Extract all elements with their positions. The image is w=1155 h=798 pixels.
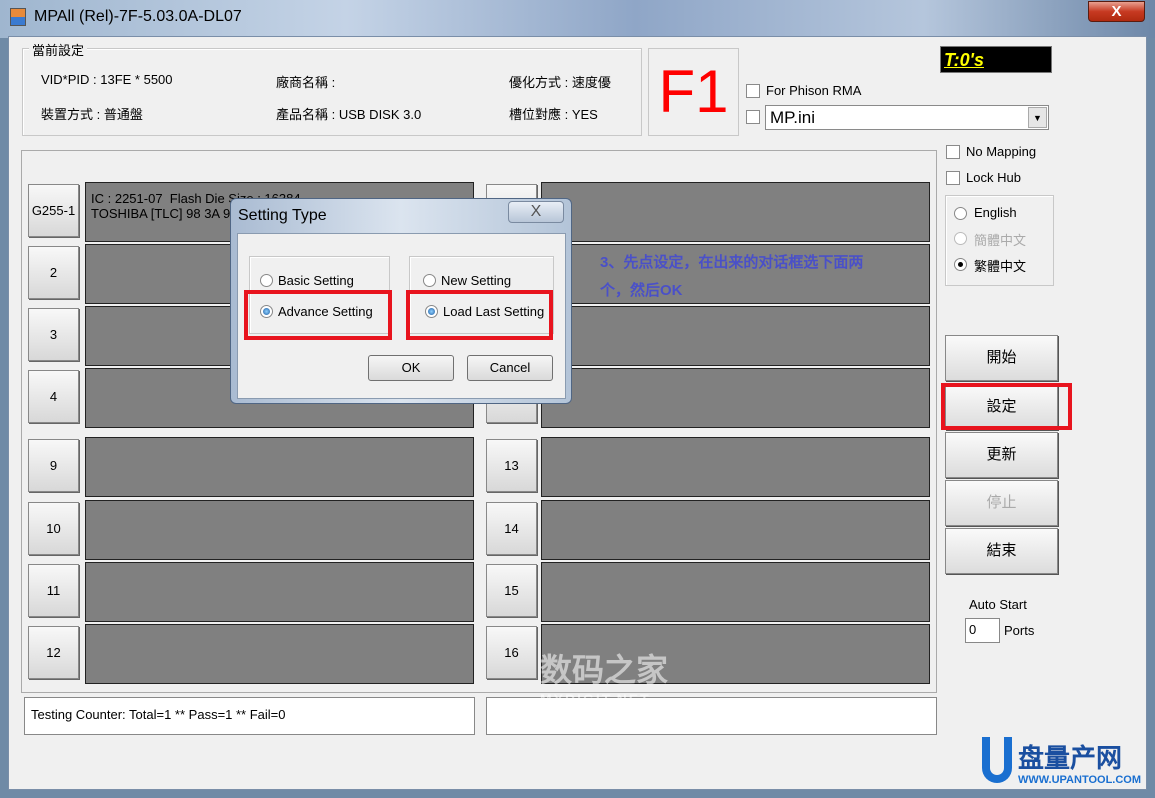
radio-simplified-chinese[interactable] (954, 232, 967, 245)
no-mapping-checkbox[interactable] (946, 145, 960, 159)
product-name: 產品名稱 : USB DISK 3.0 (276, 107, 422, 122)
ini-checkbox[interactable] (746, 110, 760, 124)
current-settings-label: 當前設定 (29, 40, 88, 59)
exit-button[interactable]: 結束 (945, 528, 1058, 574)
mydigit-text: 数码之家 (540, 652, 669, 688)
port-button[interactable]: 9 (28, 439, 79, 492)
auto-start-input[interactable]: 0 (965, 618, 1000, 643)
language-traditional-chinese: 繁體中文 (974, 259, 1027, 274)
port-button[interactable]: 11 (28, 564, 79, 617)
no-mapping-label: No Mapping (966, 144, 1037, 159)
port-button[interactable]: 2 (28, 246, 79, 299)
close-button[interactable]: X (1088, 1, 1145, 22)
window-title: MPAll (Rel)-7F-5.03.0A-DL07 (34, 8, 242, 25)
port-button[interactable]: 12 (28, 626, 79, 679)
dialog-body: Basic Setting Advance Setting New Settin… (237, 233, 566, 399)
radio-traditional-chinese[interactable] (954, 258, 967, 271)
upantool-watermark: 盘量产网 (1018, 743, 1123, 773)
auto-start-label: Auto Start (969, 597, 1027, 612)
port-button[interactable]: 14 (486, 502, 537, 555)
mydigit-watermark: 数码之家 MYDIGIT.NET (540, 645, 668, 707)
mydigit-url: MYDIGIT.NET (540, 691, 651, 707)
ini-select[interactable]: MP.ini ▼ (765, 105, 1049, 130)
refresh-button[interactable]: 更新 (945, 432, 1058, 478)
radio-english[interactable] (954, 207, 967, 220)
port-status-panel (541, 562, 930, 622)
basic-setting-label: Basic Setting (278, 273, 354, 288)
new-setting-label: New Setting (441, 273, 512, 288)
settings-highlight (941, 383, 1072, 430)
stop-button: 停止 (945, 480, 1058, 526)
dialog-close-button[interactable]: X (508, 201, 564, 223)
upantool-logo-icon (982, 737, 1012, 783)
chevron-down-icon[interactable]: ▼ (1028, 107, 1047, 128)
language-english: English (974, 205, 1017, 220)
annotation-line-2: 个，然后OK (600, 282, 683, 299)
port-status-panel (541, 306, 930, 366)
start-button[interactable]: 開始 (945, 335, 1058, 381)
vendor-name: 廠商名稱 : (276, 75, 336, 90)
dialog-title: Setting Type (238, 207, 327, 224)
port-button[interactable]: 15 (486, 564, 537, 617)
port-status-panel (85, 437, 474, 497)
language-simplified-chinese: 簡體中文 (974, 233, 1027, 248)
device-mode: 裝置方式 : 普通盤 (41, 107, 143, 122)
port-status-panel (541, 368, 930, 428)
port-status-panel (85, 624, 474, 684)
radio-basic-setting[interactable] (260, 274, 273, 287)
port-status-panel (541, 437, 930, 497)
ini-value: MP.ini (770, 108, 816, 127)
port-button[interactable]: G255-1 (28, 184, 79, 237)
f1-indicator: F1 (648, 48, 739, 136)
port-status-panel (85, 500, 474, 560)
port-button[interactable]: 10 (28, 502, 79, 555)
title-bar[interactable]: MPAll (Rel)-7F-5.03.0A-DL07 X (0, 0, 1155, 38)
slot-mapping: 槽位對應 : YES (509, 107, 598, 122)
load-last-highlight (406, 290, 553, 340)
port-button[interactable]: 3 (28, 308, 79, 361)
port-button[interactable]: 13 (486, 439, 537, 492)
advance-highlight (244, 290, 392, 340)
phison-rma-checkbox[interactable] (746, 84, 760, 98)
upantool-url: WWW.UPANTOOL.COM (1018, 774, 1142, 786)
annotation-line-1: 3、先点设定，在出来的对话框选下面两 (600, 254, 864, 271)
timer-display: T:0's (940, 46, 1052, 73)
phison-rma-label: For Phison RMA (766, 83, 862, 98)
setting-type-dialog: Setting Type X Basic Setting Advance Set… (230, 198, 572, 404)
ok-button[interactable]: OK (368, 355, 454, 381)
app-icon (10, 8, 26, 26)
radio-new-setting[interactable] (423, 274, 436, 287)
annotation-text: 3、先点设定，在出来的对话框选下面两 个，然后OK (600, 249, 863, 305)
lock-hub-checkbox[interactable] (946, 171, 960, 185)
port-status-panel (85, 562, 474, 622)
testing-counter: Testing Counter: Total=1 ** Pass=1 ** Fa… (24, 697, 475, 735)
optimize-mode: 優化方式 : 速度優 (509, 75, 611, 90)
port-button[interactable]: 16 (486, 626, 537, 679)
port-status-panel (541, 500, 930, 560)
cancel-button[interactable]: Cancel (467, 355, 553, 381)
port-status-panel (541, 182, 930, 242)
lock-hub-label: Lock Hub (966, 170, 1021, 185)
vid-pid: VID*PID : 13FE * 5500 (41, 72, 173, 87)
port-button[interactable]: 4 (28, 370, 79, 423)
ports-label: Ports (1004, 623, 1035, 638)
